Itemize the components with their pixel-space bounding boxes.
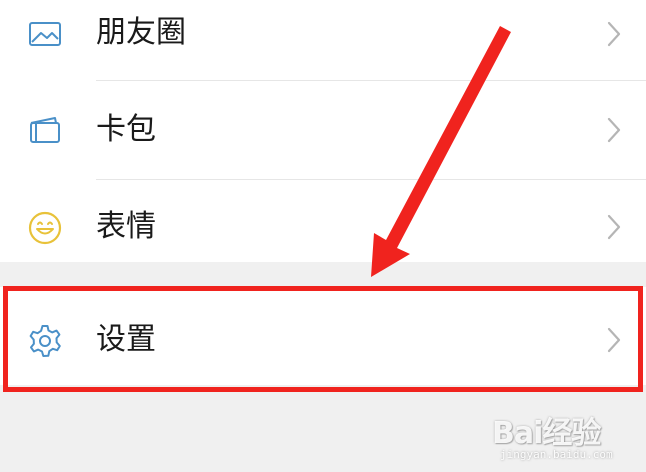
menu-item-card-wallet[interactable]: 卡包: [0, 82, 646, 178]
watermark-url: jingyan.baidu.com: [500, 448, 613, 461]
menu-item-moments[interactable]: 朋友圈: [0, 0, 646, 80]
watermark-logo: Bai经验: [492, 416, 601, 451]
chevron-right-icon: [604, 114, 624, 146]
menu-item-label: 设置: [96, 322, 156, 357]
moments-icon: [25, 14, 65, 54]
settings-menu-screen: 朋友圈 卡包 表情 设置 Bai经验 jingyan.baidu.com: [0, 0, 646, 472]
menu-item-label: 朋友圈: [96, 15, 186, 50]
chevron-right-icon: [604, 18, 624, 50]
menu-item-settings[interactable]: 设置: [0, 287, 646, 385]
smiley-icon: [25, 208, 65, 248]
menu-item-label: 卡包: [96, 112, 156, 147]
watermark: Bai经验 jingyan.baidu.com: [492, 400, 642, 466]
gear-icon: [25, 321, 65, 361]
card-wallet-icon: [25, 110, 65, 150]
menu-item-stickers[interactable]: 表情: [0, 180, 646, 262]
chevron-right-icon: [604, 211, 624, 243]
divider: [96, 80, 646, 81]
menu-item-label: 表情: [96, 209, 156, 244]
chevron-right-icon: [604, 324, 624, 356]
